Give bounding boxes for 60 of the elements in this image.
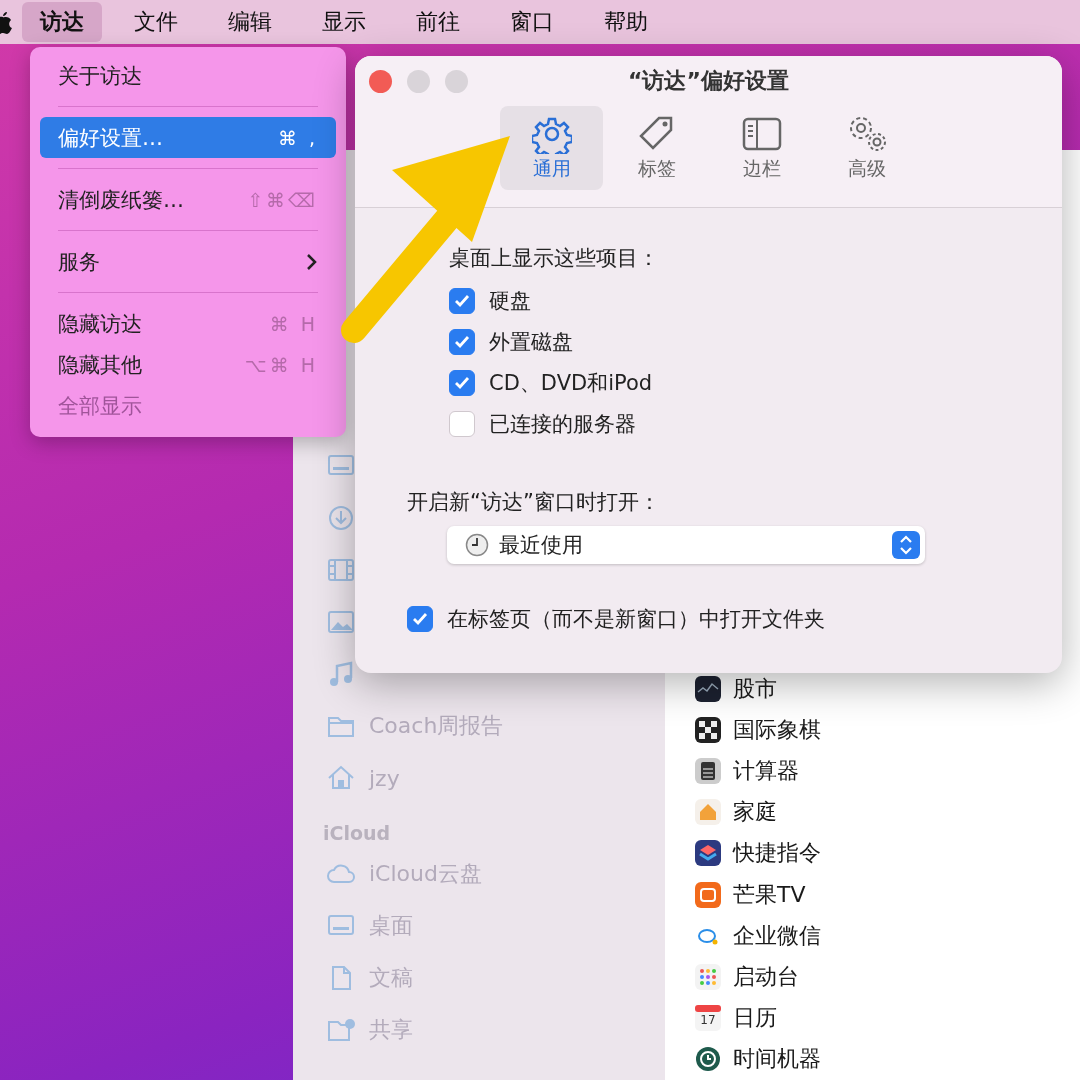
house-icon <box>695 799 721 826</box>
toolbar-tab[interactable]: 标签 <box>605 106 708 190</box>
menu-bar-item[interactable]: 窗口 <box>492 2 572 42</box>
clock-icon <box>465 533 489 557</box>
menu-item[interactable]: 隐藏访达 ⌘ H <box>40 303 336 344</box>
stock-chart-icon <box>695 675 721 702</box>
file-name[interactable]: 国际象棋 <box>733 714 821 745</box>
toolbar-tab[interactable]: 通用 <box>500 106 603 190</box>
checkbox-label: 在标签页（而不是新窗口）中打开文件夹 <box>447 605 825 633</box>
checkbox[interactable] <box>449 287 475 314</box>
image-icon <box>327 608 355 636</box>
layers-icon <box>695 840 721 867</box>
checkbox-label: CD、DVD和iPod <box>489 369 653 397</box>
dropdown-field[interactable]: 最近使用 <box>447 526 925 564</box>
checkbox[interactable] <box>407 605 433 632</box>
dot-grid-icon <box>695 964 721 990</box>
shared-folder-icon <box>327 1016 355 1044</box>
close-button[interactable] <box>369 70 392 93</box>
menu-bar-item[interactable]: 文件 <box>116 2 196 42</box>
calculator-icon <box>695 758 721 784</box>
checkbox-label: 外置磁盘 <box>489 328 573 356</box>
menu-item[interactable]: 清倒废纸篓… ⇧⌘⌫ <box>40 179 336 220</box>
file-name[interactable]: 快捷指令 <box>733 838 821 869</box>
menu-bar-item[interactable]: 访达 <box>22 2 102 42</box>
section-label: 开启新“访达”窗口时打开： <box>407 489 661 516</box>
film-icon <box>327 556 355 584</box>
menu-bar-item[interactable]: 显示 <box>304 2 384 42</box>
menu-item[interactable]: 关于访达 <box>40 55 336 96</box>
window-title: “访达”偏好设置 <box>628 67 789 95</box>
menu-bar-item[interactable]: 帮助 <box>586 2 666 42</box>
checkbox-label: 硬盘 <box>489 287 531 315</box>
house-icon <box>327 764 355 792</box>
toolbar-tab[interactable]: 高级 <box>815 106 918 190</box>
chevron-right-icon <box>306 252 318 271</box>
download-icon <box>327 504 355 532</box>
file-name[interactable]: 计算器 <box>733 756 799 786</box>
chessboard-icon <box>695 716 721 743</box>
checkbox[interactable] <box>449 369 475 396</box>
stepper-arrows-icon <box>892 531 920 559</box>
menu-item[interactable]: 隐藏其他 ⌥⌘ H <box>40 344 336 385</box>
file-name[interactable]: 家庭 <box>733 797 777 828</box>
clock-icon <box>695 1046 721 1073</box>
menu-bar-item[interactable]: 前往 <box>398 2 478 42</box>
tv-icon <box>695 881 721 908</box>
file-name[interactable]: 芒果TV <box>733 879 806 910</box>
calendar-icon: 17 <box>695 1005 721 1032</box>
checkbox-label: 已连接的服务器 <box>489 410 636 438</box>
menu-bar-item[interactable]: 编辑 <box>210 2 290 42</box>
music-note-icon <box>327 660 355 688</box>
menu-item[interactable]: 偏好设置… ⌘ , <box>40 117 336 158</box>
toolbar-tab[interactable]: 边栏 <box>710 106 813 190</box>
menu-item[interactable]: 服务 <box>40 241 336 282</box>
file-name[interactable]: 启动台 <box>733 962 799 992</box>
file-name[interactable]: 股市 <box>733 673 777 704</box>
checkbox[interactable] <box>449 328 475 355</box>
file-name[interactable]: 时间机器 <box>733 1044 821 1075</box>
checkbox[interactable] <box>449 410 475 437</box>
file-name[interactable]: 企业微信 <box>733 920 821 951</box>
section-label: 桌面上显示这些项目： <box>448 245 660 272</box>
file-name[interactable]: 日历 <box>733 1003 777 1034</box>
